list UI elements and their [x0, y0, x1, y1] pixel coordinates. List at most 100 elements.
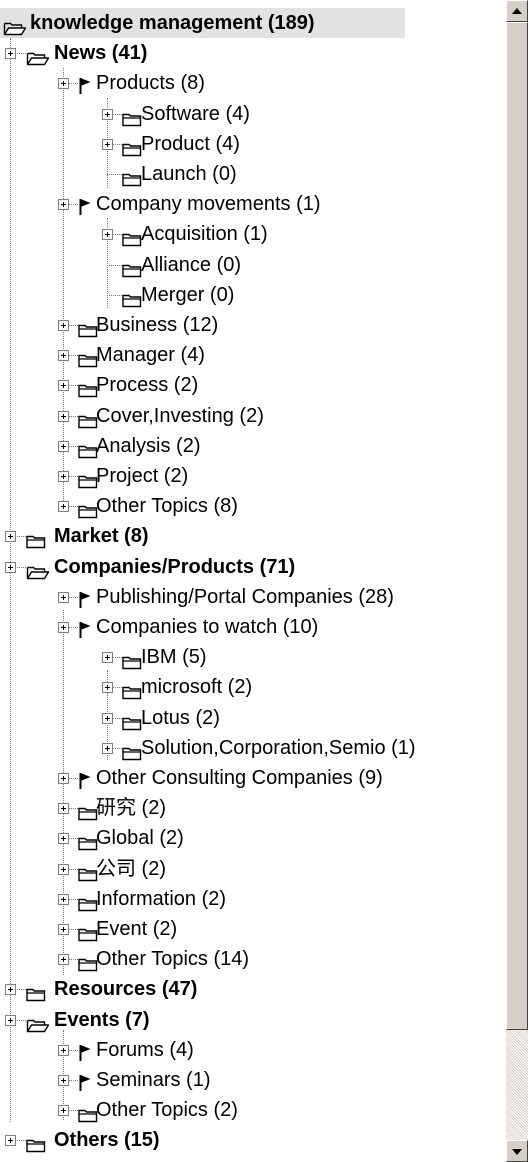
tree-item[interactable]: Other Topics (14) — [0, 944, 506, 974]
tree-item[interactable]: Acquisition (1) — [0, 219, 506, 249]
tree-item[interactable]: microsoft (2) — [0, 672, 506, 702]
expand-plus-icon[interactable] — [102, 229, 113, 241]
tree-item-label: News (41) — [54, 42, 148, 65]
tree-item-label: Merger (0) — [141, 283, 235, 306]
expand-plus-icon[interactable] — [102, 712, 113, 724]
expand-plus-icon[interactable] — [5, 48, 16, 60]
tree-item-label: Business (12) — [96, 314, 219, 336]
tree-item[interactable]: Publishing/Portal Companies (28) — [0, 582, 506, 612]
tree-root-item[interactable]: knowledge management (189) — [0, 8, 405, 38]
tree-item[interactable]: Process (2) — [0, 370, 506, 400]
tree-item[interactable]: Launch (0) — [0, 159, 506, 189]
expand-plus-icon[interactable] — [58, 1105, 69, 1117]
vertical-scrollbar[interactable] — [506, 0, 528, 1162]
tree-item[interactable]: Alliance (0) — [0, 250, 506, 280]
tree-connector-line — [107, 174, 122, 175]
tree-item[interactable]: IBM (5) — [0, 642, 506, 672]
tree-item[interactable]: Other Topics (2) — [0, 1095, 506, 1125]
scrollbar-thumb[interactable] — [506, 22, 528, 1030]
tree-item-label: Launch (0) — [141, 163, 237, 185]
tree-item[interactable]: Events (7) — [0, 1005, 506, 1035]
tree-item-label: Manager (4) — [96, 344, 205, 367]
expand-plus-icon[interactable] — [58, 803, 69, 815]
expand-plus-icon[interactable] — [58, 471, 69, 482]
tree-item[interactable]: Event (2) — [0, 914, 506, 944]
tree-item-label: Company movements (1) — [96, 193, 321, 216]
expand-plus-icon[interactable] — [58, 199, 69, 211]
expand-plus-icon[interactable] — [102, 742, 113, 754]
expand-plus-icon[interactable] — [102, 138, 113, 150]
tree-item-label: Others (15) — [54, 1129, 160, 1152]
knowledge-tree[interactable]: knowledge management (189) News (41) Prod… — [0, 0, 506, 1162]
expand-plus-icon[interactable] — [58, 1044, 69, 1056]
tree-item-label: Project (2) — [96, 465, 189, 487]
tree-item-label: Market (8) — [54, 525, 149, 548]
expand-plus-icon[interactable] — [5, 561, 16, 573]
tree-item-label: 研究 (2) — [96, 797, 166, 820]
expand-plus-icon[interactable] — [58, 773, 69, 784]
tree-item[interactable]: Product (4) — [0, 129, 506, 159]
expand-plus-icon[interactable] — [58, 893, 69, 905]
expand-plus-icon[interactable] — [58, 440, 69, 452]
expand-plus-icon[interactable] — [102, 682, 113, 694]
tree-item[interactable]: Project (2) — [0, 461, 506, 491]
tree-item-label: Events (7) — [54, 1008, 150, 1031]
expand-plus-icon[interactable] — [58, 833, 69, 845]
tree-item[interactable]: Manager (4) — [0, 340, 506, 370]
expand-plus-icon[interactable] — [58, 78, 69, 90]
tree-item-label: Seminars (1) — [96, 1069, 211, 1091]
tree-item[interactable]: Information (2) — [0, 884, 506, 914]
tree-item[interactable]: News (41) — [0, 38, 506, 68]
expand-plus-icon[interactable] — [58, 380, 69, 392]
tree-item-label: Alliance (0) — [141, 253, 242, 276]
tree-item-label: Cover,Investing (2) — [96, 404, 264, 427]
expand-plus-icon[interactable] — [5, 1014, 16, 1026]
tree-item[interactable]: Software (4) — [0, 99, 506, 129]
tree-connector-line — [107, 294, 122, 296]
tree-item[interactable]: Products (8) — [0, 68, 506, 98]
expand-plus-icon[interactable] — [102, 108, 113, 120]
tree-item[interactable]: Solution,Corporation,Semio (1) — [0, 733, 506, 763]
scroll-down-arrow-icon[interactable] — [506, 1140, 528, 1162]
tree-item[interactable]: Company movements (1) — [0, 189, 506, 219]
tree-item[interactable]: Business (12) — [0, 310, 506, 340]
tree-item[interactable]: Companies/Products (71) — [0, 552, 506, 582]
tree-item-label: Companies/Products (71) — [54, 555, 296, 578]
tree-item-label: Other Topics (14) — [96, 948, 250, 971]
tree-connector-line — [107, 264, 122, 266]
expand-plus-icon[interactable] — [5, 531, 16, 543]
expand-plus-icon[interactable] — [58, 591, 69, 603]
tree-item[interactable]: Market (8) — [0, 521, 506, 551]
tree-item-label: Software (4) — [141, 102, 250, 125]
expand-plus-icon[interactable] — [58, 924, 69, 935]
expand-plus-icon[interactable] — [58, 1075, 69, 1086]
tree-item[interactable]: Analysis (2) — [0, 431, 506, 461]
tree-item[interactable]: Global (2) — [0, 823, 506, 853]
expand-plus-icon[interactable] — [58, 410, 69, 422]
tree-item[interactable]: Other Consulting Companies (9) — [0, 763, 506, 793]
tree-item[interactable]: Merger (0) — [0, 280, 506, 310]
tree-item[interactable]: Forums (4) — [0, 1035, 506, 1065]
tree-item[interactable]: Companies to watch (10) — [0, 612, 506, 642]
expand-plus-icon[interactable] — [5, 1135, 16, 1147]
expand-plus-icon[interactable] — [58, 320, 69, 331]
tree-item-label: Solution,Corporation,Semio (1) — [141, 736, 416, 759]
tree-item[interactable]: Cover,Investing (2) — [0, 401, 506, 431]
expand-plus-icon[interactable] — [102, 652, 113, 664]
expand-plus-icon[interactable] — [58, 501, 69, 513]
tree-item[interactable]: Other Topics (8) — [0, 491, 506, 521]
expand-plus-icon[interactable] — [58, 954, 69, 966]
tree-item[interactable]: 研究 (2) — [0, 793, 506, 823]
folder-icon — [26, 1132, 46, 1162]
expand-plus-icon[interactable] — [58, 863, 69, 875]
scroll-up-arrow-icon[interactable] — [506, 0, 528, 22]
tree-item[interactable]: Lotus (2) — [0, 703, 506, 733]
expand-plus-icon[interactable] — [58, 622, 69, 633]
tree-item[interactable]: Others (15) — [0, 1125, 506, 1155]
expand-plus-icon[interactable] — [5, 984, 16, 996]
expand-plus-icon[interactable] — [58, 350, 69, 362]
tree-item[interactable]: Seminars (1) — [0, 1065, 506, 1095]
tree-item[interactable]: Resources (47) — [0, 974, 506, 1004]
tree-item-label: IBM (5) — [141, 646, 207, 669]
tree-item[interactable]: 公司 (2) — [0, 854, 506, 884]
